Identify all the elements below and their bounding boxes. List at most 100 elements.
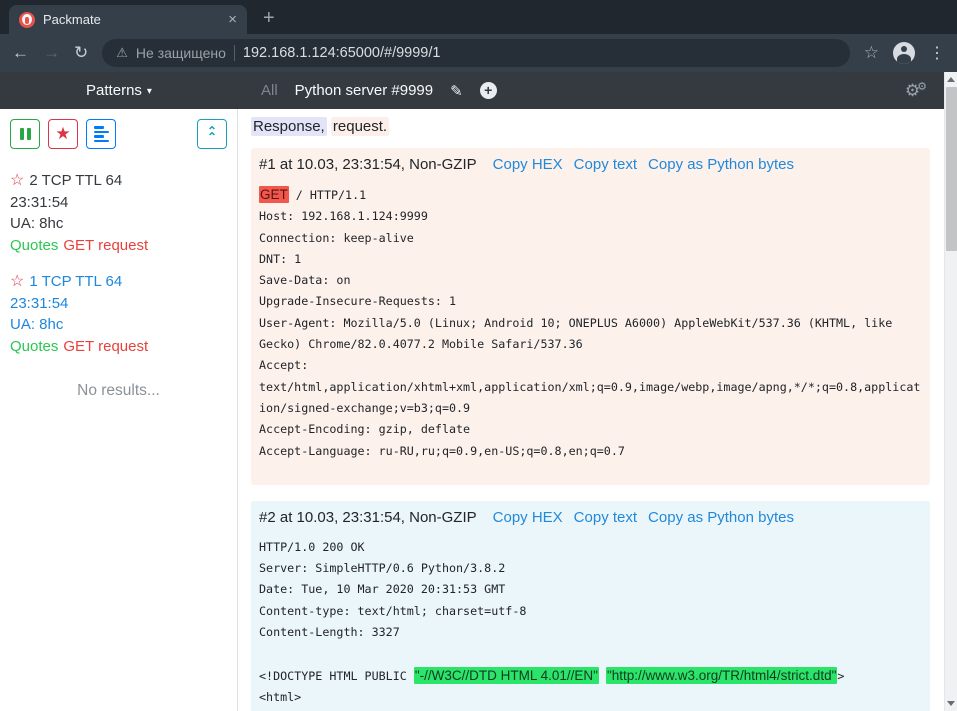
copy-hex-link[interactable]: Copy HEX bbox=[493, 156, 563, 173]
payload-line: HTTP/1.0 200 OK bbox=[259, 537, 922, 558]
copy-hex-link[interactable]: Copy HEX bbox=[493, 509, 563, 526]
list-view-button[interactable] bbox=[86, 119, 116, 149]
collapse-button[interactable]: ⌃⌃ bbox=[197, 119, 227, 149]
packet-header: #2 at 10.03, 23:31:54, Non-GZIP Copy HEX C… bbox=[259, 509, 922, 526]
address-separator bbox=[234, 45, 235, 61]
copy-as-python-bytes-link[interactable]: Copy as Python bytes bbox=[648, 509, 794, 526]
payload-line: DNT: 1 bbox=[259, 249, 922, 270]
pattern-label: Quotes bbox=[10, 237, 58, 254]
tab-all-streams[interactable]: All bbox=[261, 82, 278, 99]
stream-title-label: 1 TCP TTL 64 bbox=[29, 273, 122, 290]
bookmark-star-icon[interactable]: ☆ bbox=[864, 43, 879, 63]
payload-line: GET / HTTP/1.1 bbox=[259, 184, 922, 206]
star-icon: ★ bbox=[55, 124, 70, 144]
list-icon bbox=[94, 126, 109, 142]
matched-pattern-chip: request. bbox=[331, 117, 389, 136]
sidebar-toolbar: ★ ⌃⌃ bbox=[10, 119, 227, 149]
back-icon[interactable]: ← bbox=[12, 43, 29, 63]
packet-card-request: #1 at 10.03, 23:31:54, Non-GZIP Copy HEX C… bbox=[251, 148, 930, 485]
chevron-down-icon: ▾ bbox=[147, 86, 152, 97]
scroll-up-icon[interactable] bbox=[947, 77, 955, 82]
payload-line: Accept-Language: ru-RU,ru;q=0.9,en-US;q=… bbox=[259, 441, 922, 462]
payload-line: <!DOCTYPE HTML PUBLIC "-//W3C//DTD HTML … bbox=[259, 665, 922, 687]
stream-list-item[interactable]: ☆ 1 TCP TTL 64 23:31:54UA: 8hc Quotes GET re… bbox=[10, 271, 227, 357]
payload-line: Accept: bbox=[259, 355, 922, 376]
packet-list: #1 at 10.03, 23:31:54, Non-GZIP Copy HEX C… bbox=[251, 148, 930, 711]
scroll-down-icon[interactable] bbox=[947, 701, 955, 706]
payload-line: Gecko) Chrome/82.0.4077.2 Mobile Safari/… bbox=[259, 334, 922, 355]
payload-line: ion/signed-exchange;v=b3;q=0.9 bbox=[259, 398, 922, 419]
packet-payload: GET / HTTP/1.1Host: 192.168.1.124:9999Co… bbox=[259, 184, 922, 462]
stream-list: ☆2 TCP TTL 6423:31:54UA: 8hcQuotesGET re… bbox=[10, 170, 227, 357]
favorite-star-icon[interactable]: ☆ bbox=[10, 273, 24, 290]
new-tab-button[interactable]: + bbox=[263, 7, 275, 30]
pattern-label: Quotes bbox=[10, 338, 58, 355]
matched-pattern-chip: Response, bbox=[251, 117, 327, 136]
stream-time-label: 23:31:54 bbox=[10, 293, 227, 315]
stream-time-label: 23:31:54 bbox=[10, 192, 227, 214]
packet-meta-label: #1 at 10.03, 23:31:54, Non-GZIP bbox=[259, 156, 477, 173]
url-text[interactable]: 192.168.1.124:65000/#/9999/1 bbox=[243, 45, 441, 61]
stream-ua-label: UA: 8hc bbox=[10, 314, 227, 336]
settings-gear-icon[interactable]: ⚙⚙ bbox=[905, 81, 930, 101]
payload-line: Host: 192.168.1.124:9999 bbox=[259, 206, 922, 227]
stream-title-label: 2 TCP TTL 64 bbox=[29, 172, 122, 189]
payload-line: Accept-Encoding: gzip, deflate bbox=[259, 419, 922, 440]
payload-line: Save-Data: on bbox=[259, 270, 922, 291]
pattern-highlight: GET bbox=[259, 186, 289, 203]
payload-line: Content-Length: 3327 bbox=[259, 622, 922, 643]
browser-tab-strip: Packmate × + bbox=[0, 0, 957, 34]
payload-line: Connection: keep-alive bbox=[259, 228, 922, 249]
address-bar[interactable]: ⚠ Не защищено 192.168.1.124:65000/#/9999… bbox=[102, 39, 850, 67]
scrollbar-thumb[interactable] bbox=[946, 87, 957, 251]
payload-line: Date: Tue, 10 Mar 2020 20:31:53 GMT bbox=[259, 579, 922, 600]
payload-line: text/html,application/xhtml+xml,applicat… bbox=[259, 377, 922, 398]
pattern-highlight: "-//W3C//DTD HTML 4.01//EN" bbox=[414, 667, 599, 684]
pause-capture-button[interactable] bbox=[10, 119, 40, 149]
pattern-highlight: "http://www.w3.org/TR/html4/strict.dtd" bbox=[606, 667, 837, 684]
stream-title: Python server #9999 bbox=[295, 82, 433, 99]
copy-text-link[interactable]: Copy text bbox=[574, 509, 637, 526]
browser-toolbar: ← → ↻ ⚠ Не защищено 192.168.1.124:65000/… bbox=[0, 34, 957, 72]
copy-as-python-bytes-link[interactable]: Copy as Python bytes bbox=[648, 156, 794, 173]
stream-sidebar: ★ ⌃⌃ ☆2 TCP TTL 6423:31:54UA: 8hcQuotesG… bbox=[0, 109, 238, 711]
no-results-label: No results... bbox=[10, 382, 227, 400]
browser-menu-icon[interactable]: ⋮ bbox=[929, 43, 945, 63]
favorites-filter-button[interactable]: ★ bbox=[48, 119, 78, 149]
packet-card-response: #2 at 10.03, 23:31:54, Non-GZIP Copy HEX C… bbox=[251, 501, 930, 711]
copy-text-link[interactable]: Copy text bbox=[574, 156, 637, 173]
payload-line bbox=[259, 643, 922, 664]
packet-header: #1 at 10.03, 23:31:54, Non-GZIP Copy HEX C… bbox=[259, 156, 922, 173]
packmate-favicon-icon bbox=[19, 12, 35, 28]
stream-ua-label: UA: 8hc bbox=[10, 213, 227, 235]
stream-patterns: Quotes GET request bbox=[10, 336, 227, 358]
packet-payload: HTTP/1.0 200 OKServer: SimpleHTTP/0.6 Py… bbox=[259, 537, 922, 708]
security-label: Не защищено bbox=[136, 45, 226, 61]
payload-line: Server: SimpleHTTP/0.6 Python/3.8.2 bbox=[259, 558, 922, 579]
stream-patterns: QuotesGET request bbox=[10, 235, 227, 257]
page-scrollbar[interactable] bbox=[944, 72, 957, 711]
pause-icon bbox=[20, 128, 31, 140]
matched-patterns: Response, request. bbox=[251, 118, 930, 135]
forward-icon[interactable]: → bbox=[43, 43, 60, 63]
pattern-label: GET request bbox=[63, 338, 148, 355]
packmate-window: Packmate × + ← → ↻ ⚠ Не защищено 192.168… bbox=[0, 0, 957, 711]
tab-close-icon[interactable]: × bbox=[228, 11, 237, 28]
payload-line: Upgrade-Insecure-Requests: 1 bbox=[259, 291, 922, 312]
payload-line: <html> bbox=[259, 687, 922, 708]
edit-pencil-icon[interactable]: ✎ bbox=[450, 82, 463, 100]
add-plus-icon[interactable]: + bbox=[480, 82, 497, 99]
favorite-star-icon[interactable]: ☆ bbox=[10, 172, 24, 189]
reload-icon[interactable]: ↻ bbox=[74, 43, 88, 63]
chevron-double-up-icon: ⌃⌃ bbox=[207, 128, 217, 140]
payload-line: Content-type: text/html; charset=utf-8 bbox=[259, 601, 922, 622]
stream-list-item[interactable]: ☆ 2 TCP TTL 64 23:31:54UA: 8hcQuotesGET re… bbox=[10, 170, 227, 256]
tab-title: Packmate bbox=[43, 12, 220, 27]
profile-avatar[interactable] bbox=[893, 42, 915, 64]
not-secure-warning-icon[interactable]: ⚠ bbox=[116, 45, 128, 61]
stream-detail: Response, request. #1 at 10.03, 23:31:54… bbox=[238, 109, 944, 711]
browser-tab[interactable]: Packmate × bbox=[9, 5, 247, 34]
app-header: Patterns▾ All Python server #9999 ✎ + ⚙⚙ bbox=[0, 72, 944, 109]
patterns-dropdown[interactable]: Patterns▾ bbox=[86, 82, 152, 99]
packet-meta-label: #2 at 10.03, 23:31:54, Non-GZIP bbox=[259, 509, 477, 526]
